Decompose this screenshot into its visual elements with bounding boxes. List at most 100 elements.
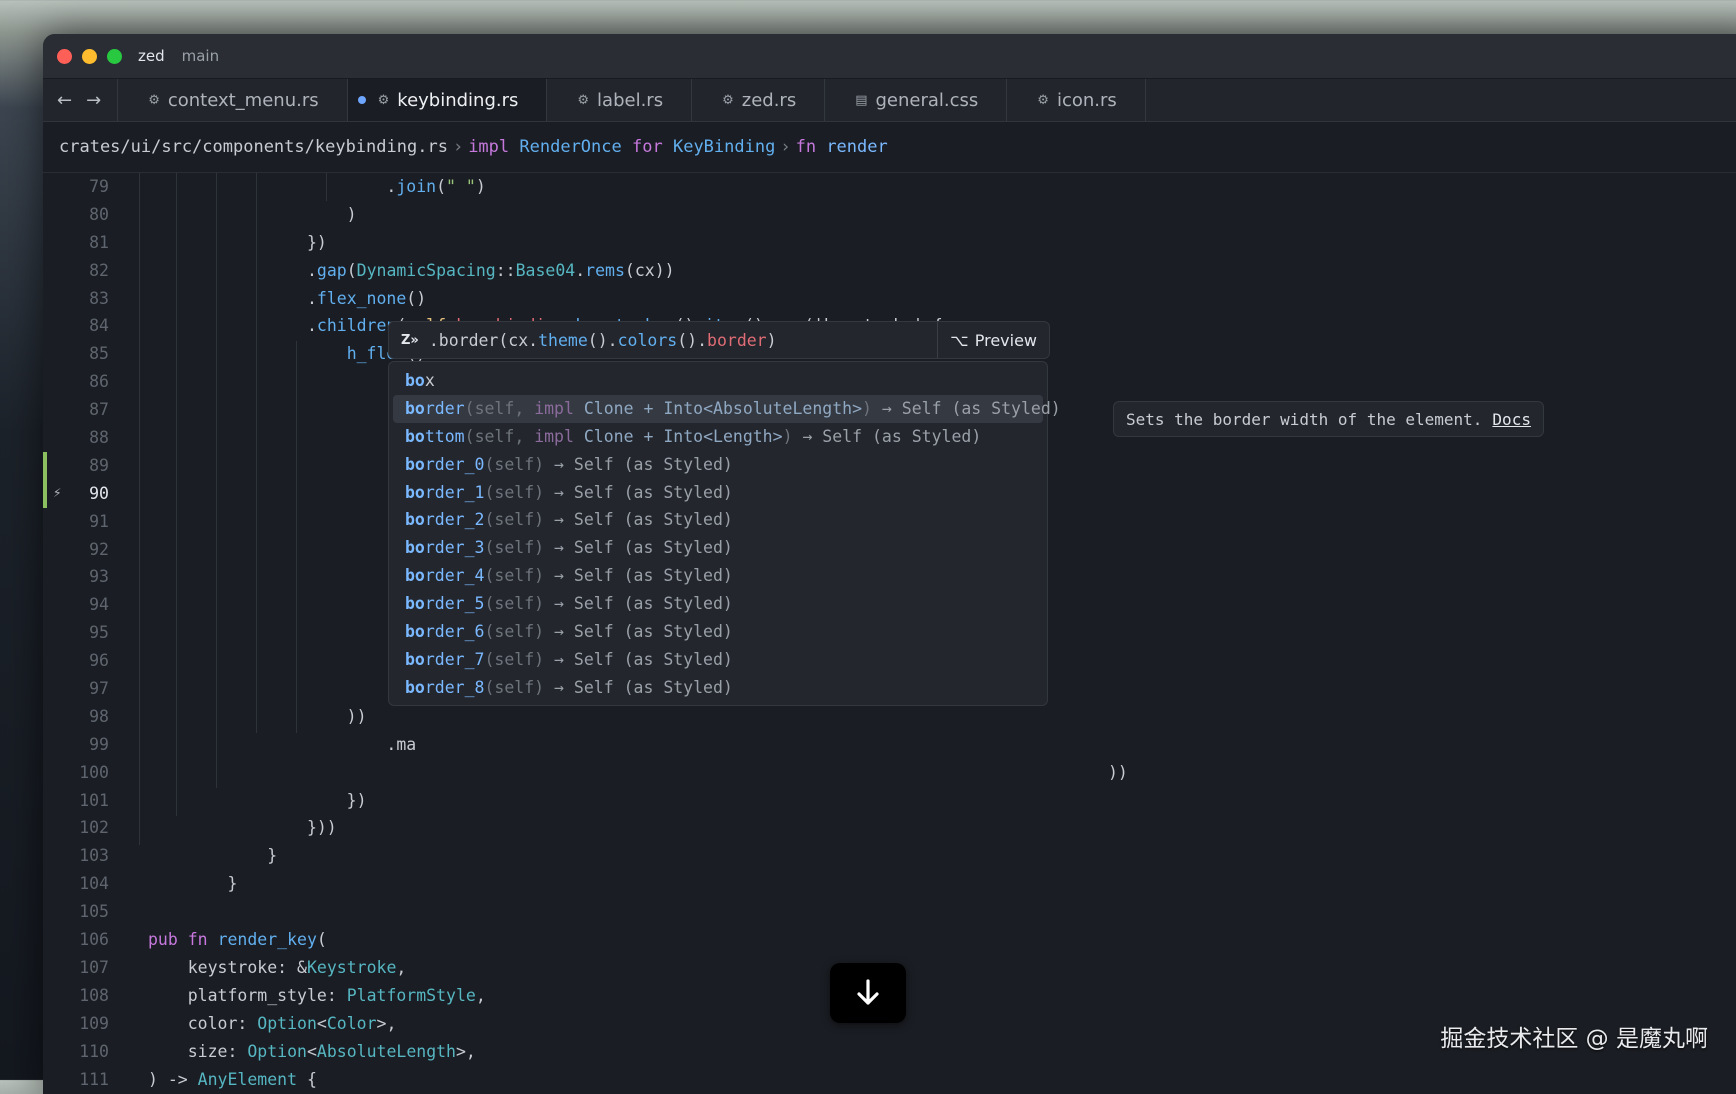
zeta-icon: Z» [401, 332, 419, 348]
chevron-right-icon: › [452, 137, 464, 157]
line-number: 85 [89, 344, 109, 364]
line-number: 99 [89, 734, 109, 754]
line-number: 108 [79, 985, 109, 1005]
arrow-down-icon [857, 979, 879, 1005]
tab-icon-rs[interactable]: ⚙ icon.rs [1006, 79, 1144, 121]
code-text: .flex_none() [148, 288, 427, 308]
code-text: .te [148, 511, 416, 531]
code-line[interactable]: 83 .flex_none() [43, 285, 1736, 313]
code-text: platform_style: PlatformStyle, [187, 985, 486, 1005]
git-branch[interactable]: main [182, 47, 219, 65]
minimize-window-button[interactable] [82, 48, 97, 64]
code-text: ) [148, 204, 357, 224]
tab-zed-rs[interactable]: ⚙ zed.rs [691, 79, 824, 121]
forward-arrow-icon[interactable]: → [86, 90, 101, 111]
line-number: 92 [89, 539, 109, 559]
breadcrumb-trait: RenderOnce [519, 137, 622, 157]
rust-file-icon: ⚙ [1037, 92, 1049, 108]
line-number: 103 [79, 846, 109, 866]
documentation-text: Sets the border width of the element. [1126, 409, 1483, 429]
code-text: h_flex() [346, 344, 426, 364]
line-number: 91 [89, 511, 109, 531]
code-text: } [148, 846, 278, 866]
completion-item[interactable]: border_7(self) → Self (as Styled) [393, 646, 1043, 674]
preview-button[interactable]: ⌥ Preview [938, 331, 1049, 350]
modified-indicator [357, 96, 366, 104]
breadcrumb[interactable]: crates/ui/src/components/keybinding.rs ›… [43, 122, 1736, 173]
lightning-icon[interactable]: ⚡ [53, 480, 61, 508]
completion-item[interactable]: border_0(self) → Self (as Styled) [393, 451, 1043, 479]
tab-label: keybinding.rs [397, 89, 519, 111]
code-line[interactable]: 79 .join(" ") [43, 173, 1736, 201]
line-number: 98 [89, 706, 109, 726]
tab-context-menu-rs[interactable]: ⚙ context_menu.rs [117, 79, 346, 121]
completion-item[interactable]: border_3(self) → Self (as Styled) [393, 534, 1043, 562]
completion-menu: box border(self, impl Clone + Into<Absolu… [388, 361, 1061, 706]
window-controls [57, 48, 122, 64]
line-number: 79 [89, 177, 109, 196]
code-text: color: Option<Color>, [187, 1013, 397, 1033]
code-text: .join(" ") [148, 177, 486, 196]
tab-keybinding-rs[interactable]: ⚙ keybinding.rs [346, 79, 547, 121]
editor-window: zed main ← → ⚙ context_menu.rs ⚙ keybinding… [43, 34, 1736, 1094]
tab-label: context_menu.rs [167, 89, 319, 111]
code-line[interactable]: 111) -> AnyElement { [43, 1066, 1736, 1094]
completion-item[interactable]: border_8(self) → Self (as Styled) [393, 674, 1043, 702]
completion-item[interactable]: border_6(self) → Self (as Styled) [393, 618, 1043, 646]
tabs-container: ⚙ context_menu.rs ⚙ keybinding.rs ⚙ label.rs ⚙… [117, 79, 1145, 121]
code-line[interactable]: 106 pub fn render_key( [43, 926, 1736, 954]
breadcrumb-fn-name[interactable]: render [826, 137, 887, 157]
watermark: 掘金技术社区 @ 是魔丸啊 [1440, 1026, 1708, 1052]
completion-item[interactable]: border_4(self) → Self (as Styled) [393, 562, 1043, 590]
line-number: 106 [79, 930, 109, 950]
breadcrumb-path[interactable]: crates/ui/src/components/keybinding.rs [59, 137, 448, 157]
back-arrow-icon[interactable]: ← [57, 90, 72, 111]
completion-item[interactable]: box [393, 367, 1043, 395]
breadcrumb-impl-keyword: impl [468, 137, 510, 157]
tab-label-rs[interactable]: ⚙ label.rs [546, 79, 691, 121]
tab-navigation: ← → [43, 79, 117, 121]
code-text: .ma [148, 734, 417, 754]
close-window-button[interactable] [57, 48, 72, 64]
rust-file-icon: ⚙ [577, 92, 590, 108]
line-number: 83 [89, 288, 109, 308]
tab-label: icon.rs [1056, 89, 1117, 111]
completion-item[interactable]: border_5(self) → Self (as Styled) [393, 590, 1043, 618]
inline-completion-preview[interactable]: Z» .border(cx.theme().colors().border) ⌥… [388, 321, 1050, 359]
code-text: .bo [148, 480, 419, 508]
code-line[interactable]: 105 [43, 898, 1736, 926]
line-number: 109 [79, 1013, 109, 1033]
code-line[interactable]: 98 )) [43, 703, 1736, 731]
code-line[interactable]: 100)) [43, 759, 1736, 787]
project-name[interactable]: zed [138, 47, 165, 65]
line-number: 87 [89, 400, 109, 420]
completion-item[interactable]: border_2(self) → Self (as Styled) [393, 506, 1043, 534]
line-number: 100 [79, 762, 109, 782]
completion-item[interactable]: border_1(self) → Self (as Styled) [393, 479, 1043, 507]
code-line[interactable]: 99 .ma [43, 731, 1736, 759]
line-number: 105 [79, 902, 109, 922]
code-line[interactable]: 82 .gap(DynamicSpacing::Base04.rems(cx)) [43, 257, 1736, 285]
tab-general-css[interactable]: ▤ general.css [824, 79, 1006, 121]
line-number: 81 [89, 232, 109, 252]
code-line[interactable]: 101 }) [43, 787, 1736, 815]
maximize-window-button[interactable] [107, 48, 122, 64]
breadcrumb-for-keyword: for [632, 137, 663, 157]
preview-label: Preview [974, 330, 1037, 350]
tab-bar-empty-space[interactable] [1144, 79, 1736, 121]
code-line[interactable]: 104 } [43, 870, 1736, 898]
tab-label: label.rs [597, 89, 664, 111]
code-line[interactable]: 103 } [43, 842, 1736, 870]
code-line[interactable]: 81 }) [43, 229, 1736, 257]
line-number: 96 [89, 651, 109, 671]
scroll-to-bottom-button[interactable] [830, 963, 906, 1023]
code-line[interactable]: 102 })) [43, 814, 1736, 842]
line-number: 82 [89, 260, 109, 280]
docs-link[interactable]: Docs [1492, 410, 1531, 429]
code-line[interactable]: 80 ) [43, 201, 1736, 229]
breadcrumb-type: KeyBinding [672, 137, 776, 157]
completion-item[interactable]: bottom(self, impl Clone + Into<Length>) … [393, 423, 1043, 451]
completion-item[interactable]: border(self, impl Clone + Into<AbsoluteL… [393, 394, 1061, 423]
code-text: }) [148, 232, 327, 252]
inline-completion-text: .border(cx.theme().colors().border) [428, 330, 777, 350]
